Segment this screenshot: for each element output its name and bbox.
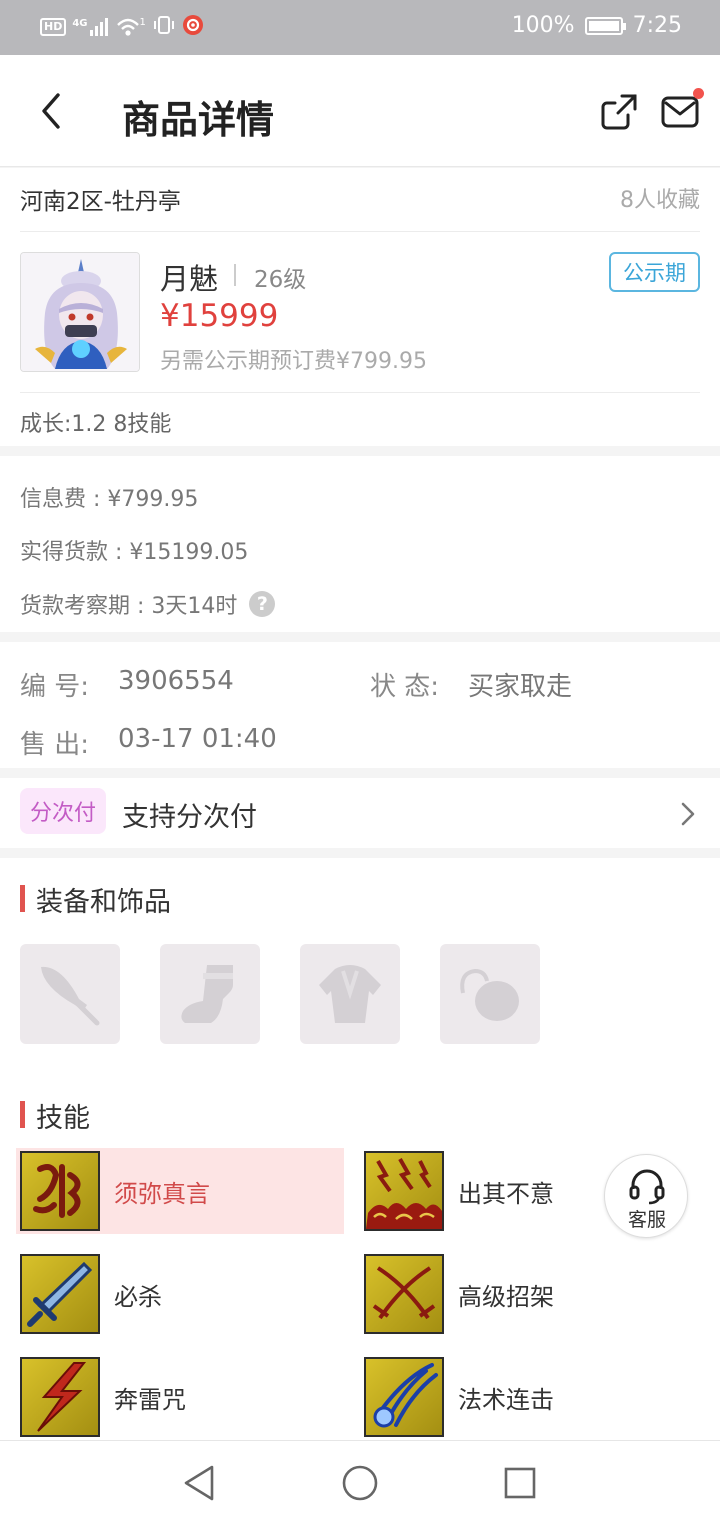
name-level-separator xyxy=(234,264,236,286)
status-bar: HD 4G 1 100% 7:25 xyxy=(0,0,720,55)
skill-name: 必杀 xyxy=(114,1282,162,1311)
skill-item[interactable]: 高级招架 xyxy=(360,1251,688,1337)
vibrate-icon xyxy=(152,15,176,39)
accessory-icon[interactable] xyxy=(440,944,540,1044)
clock: 7:25 xyxy=(632,13,682,38)
order-status-value: 买家取走 xyxy=(468,672,573,702)
sold-time-value: 03-17 01:40 xyxy=(118,724,277,754)
signal-label: 4G xyxy=(72,18,88,29)
skill-name: 法术连击 xyxy=(458,1385,554,1414)
info-fee-text: 信息费 : ¥799.95 xyxy=(20,487,199,512)
skills-title: 技能 xyxy=(20,1096,90,1135)
skill-item[interactable]: 法术连击 xyxy=(360,1354,688,1440)
customer-service-label: 客服 xyxy=(627,1209,666,1231)
chevron-right-icon xyxy=(680,802,696,826)
mail-icon[interactable] xyxy=(660,93,700,131)
skill-name: 须弥真言 xyxy=(114,1179,210,1208)
price: ¥15999 xyxy=(160,298,279,334)
armor-icon[interactable] xyxy=(300,944,400,1044)
nav-home-icon[interactable] xyxy=(340,1463,380,1503)
pet-name: 月魅 xyxy=(160,262,219,296)
pet-level: 26级 xyxy=(254,267,307,293)
rune-skill-icon xyxy=(20,1151,100,1231)
installment-row[interactable]: 分次付 支持分次付 xyxy=(0,778,720,848)
review-period-text: 货款考察期 : 3天14时 xyxy=(20,594,238,619)
skill-name: 奔雷咒 xyxy=(114,1385,186,1414)
share-icon[interactable] xyxy=(600,93,638,131)
order-status-label: 状 态: xyxy=(370,672,440,702)
order-id-label: 编 号: xyxy=(20,672,90,702)
installment-text: 支持分次付 xyxy=(122,802,257,833)
growth-info: 成长:1.2 8技能 xyxy=(20,412,172,437)
product-summary: 河南2区-牡丹亭 8人收藏 月魅 26级 ¥15999 另需公示期预订费¥799… xyxy=(0,168,720,446)
actual-payment: 实得货款 : ¥15199.05 xyxy=(20,534,248,566)
sim-index: 1 xyxy=(139,17,146,28)
unread-dot xyxy=(693,88,704,99)
page-title: 商品详情 xyxy=(122,98,275,142)
lightning-cloud-skill-icon xyxy=(364,1151,444,1231)
order-id-value: 3906554 xyxy=(118,666,234,696)
signal-icon: 4G xyxy=(72,18,109,36)
sold-time-label: 售 出: xyxy=(20,730,90,760)
equipment-skills: 装备和饰品 技能 须弥真言 出其不意 必杀 高级招架 奔雷咒 法术连击 xyxy=(0,858,720,1440)
status-left: HD 4G 1 xyxy=(40,14,204,40)
order-info: 编 号: 3906554 状 态: 买家取走 售 出: 03-17 01:40 xyxy=(0,642,720,768)
battery-icon xyxy=(584,16,626,35)
app-notification-icon xyxy=(182,14,204,40)
boot-icon[interactable] xyxy=(160,944,260,1044)
deposit-note: 另需公示期预订费¥799.95 xyxy=(160,349,427,374)
review-period: 货款考察期 : 3天14时 ? xyxy=(20,588,276,620)
divider xyxy=(20,392,700,393)
skill-item[interactable]: 必杀 xyxy=(16,1251,344,1337)
system-nav-bar xyxy=(0,1440,720,1520)
crossed-swords-skill-icon xyxy=(364,1254,444,1334)
nav-recents-icon[interactable] xyxy=(500,1463,540,1503)
info-fee: 信息费 : ¥799.95 xyxy=(20,481,198,513)
status-right: 100% 7:25 xyxy=(512,13,682,38)
thunder-skill-icon xyxy=(20,1357,100,1437)
hd-icon: HD xyxy=(40,18,67,36)
status-badge: 公示期 xyxy=(609,252,700,292)
server-name: 河南2区-牡丹亭 xyxy=(20,189,181,215)
skill-name: 出其不意 xyxy=(458,1179,554,1208)
divider xyxy=(20,231,700,232)
headset-icon xyxy=(629,1169,665,1205)
pet-avatar[interactable] xyxy=(20,252,140,372)
back-arrow-icon[interactable] xyxy=(36,91,70,131)
fee-section: 信息费 : ¥799.95 实得货款 : ¥15199.05 货款考察期 : 3… xyxy=(0,456,720,632)
app-header: 商品详情 xyxy=(0,55,720,167)
nav-back-icon[interactable] xyxy=(180,1463,220,1503)
skill-item[interactable]: 奔雷咒 xyxy=(16,1354,344,1440)
favorite-count[interactable]: 8人收藏 xyxy=(620,182,700,214)
skill-item[interactable]: 须弥真言 xyxy=(16,1148,344,1234)
skill-name: 高级招架 xyxy=(458,1282,554,1311)
actual-payment-text: 实得货款 : ¥15199.05 xyxy=(20,540,249,565)
sword-skill-icon xyxy=(20,1254,100,1334)
battery-fill xyxy=(588,20,619,31)
magic-combo-skill-icon xyxy=(364,1357,444,1437)
help-icon[interactable]: ? xyxy=(249,591,276,617)
customer-service-button[interactable]: 客服 xyxy=(604,1154,688,1238)
installment-tag: 分次付 xyxy=(20,788,107,834)
wifi-icon: 1 xyxy=(116,17,146,37)
sword-icon[interactable] xyxy=(20,944,120,1044)
battery-percent: 100% xyxy=(511,13,575,38)
equipment-title: 装备和饰品 xyxy=(20,880,171,919)
